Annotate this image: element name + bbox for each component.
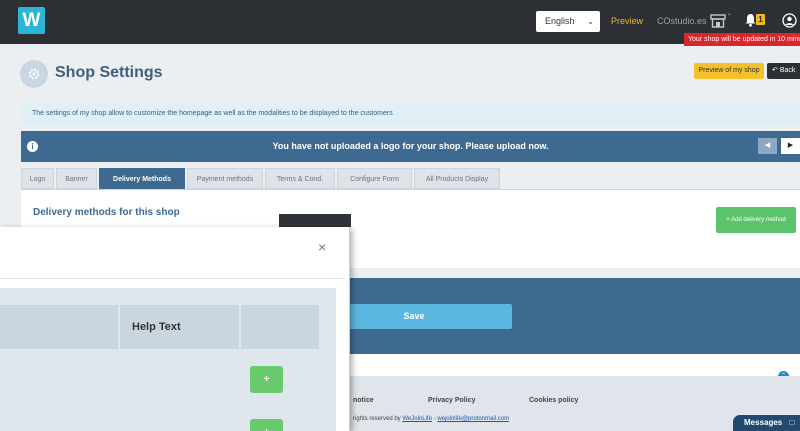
table-header-actions <box>241 305 319 349</box>
logo-notice-text: You have not uploaded a logo for your sh… <box>272 141 549 151</box>
store-icon[interactable] <box>710 14 726 28</box>
preview-shop-button[interactable]: Preview of my shop <box>694 63 764 79</box>
notification-badge: 1 <box>756 14 765 25</box>
add-row-button[interactable]: + <box>250 366 283 393</box>
chat-icon: □ <box>789 418 795 427</box>
footer-link-privacy[interactable]: Privacy Policy <box>428 397 475 404</box>
add-row-button[interactable]: + <box>250 419 283 431</box>
tab-payment-methods[interactable]: Payment methods <box>187 168 263 189</box>
page-title: Shop Settings <box>55 64 163 81</box>
tab-logo[interactable]: Logo <box>21 168 54 189</box>
undo-icon: ↶ <box>772 67 778 74</box>
shop-name-link[interactable]: COstudio.es <box>657 16 707 26</box>
back-label: Back <box>779 67 796 74</box>
footer-link-cookies[interactable]: Cookies policy <box>529 397 578 404</box>
user-icon[interactable] <box>782 13 797 28</box>
messages-button[interactable]: Messages □ <box>733 415 800 431</box>
tab-terms[interactable]: Terms & Cond. <box>265 168 335 189</box>
tab-banner[interactable]: Banner <box>56 168 97 189</box>
tab-delivery-methods[interactable]: Delivery Methods <box>99 168 185 189</box>
settings-badge <box>20 60 48 88</box>
update-alert: Your shop will be updated in 10 minutes <box>684 33 800 46</box>
language-value: English <box>545 16 575 26</box>
carousel-prev-button[interactable]: ◀ <box>758 138 777 154</box>
language-select[interactable]: English ⌄ <box>536 11 600 32</box>
back-button[interactable]: ↶ Back <box>767 63 800 79</box>
tab-all-products-display[interactable]: All Products Display <box>414 168 500 189</box>
chevron-down-icon: ⌄ <box>587 17 594 26</box>
table-header-help-text: Help Text <box>120 305 239 349</box>
top-navbar: W English ⌄ Preview COstudio.es ˇ 1 <box>0 0 800 44</box>
app-logo[interactable]: W <box>18 7 45 34</box>
messages-label: Messages <box>744 418 783 427</box>
brand-link[interactable]: WeJoinLife <box>402 416 432 422</box>
footer-link-notice[interactable]: notice <box>353 397 374 404</box>
preview-link[interactable]: Preview <box>611 16 643 26</box>
modal-header-divider <box>0 278 345 279</box>
tab-configure-form[interactable]: Configure Form <box>337 168 412 189</box>
carousel-next-button[interactable]: ▶ <box>781 138 800 154</box>
table-header-cell <box>0 305 118 349</box>
copyright-text: rights reserved by <box>353 416 403 422</box>
modal-backdrop-edge <box>279 214 351 227</box>
store-caret-icon[interactable]: ˇ <box>728 13 731 22</box>
email-link[interactable]: wejoinlife@protonmail.com <box>437 416 509 422</box>
add-delivery-method-button[interactable]: + Add delivery method <box>716 207 796 233</box>
logo-notice: i You have not uploaded a logo for your … <box>21 131 800 162</box>
footer-copyright: rights reserved by WeJoinLife - wejoinli… <box>353 416 509 422</box>
close-icon[interactable]: × <box>318 240 326 254</box>
section-title: Delivery methods for this shop <box>33 207 180 218</box>
info-alert: The settings of my shop allow to customi… <box>21 103 800 125</box>
gear-icon <box>28 68 40 80</box>
